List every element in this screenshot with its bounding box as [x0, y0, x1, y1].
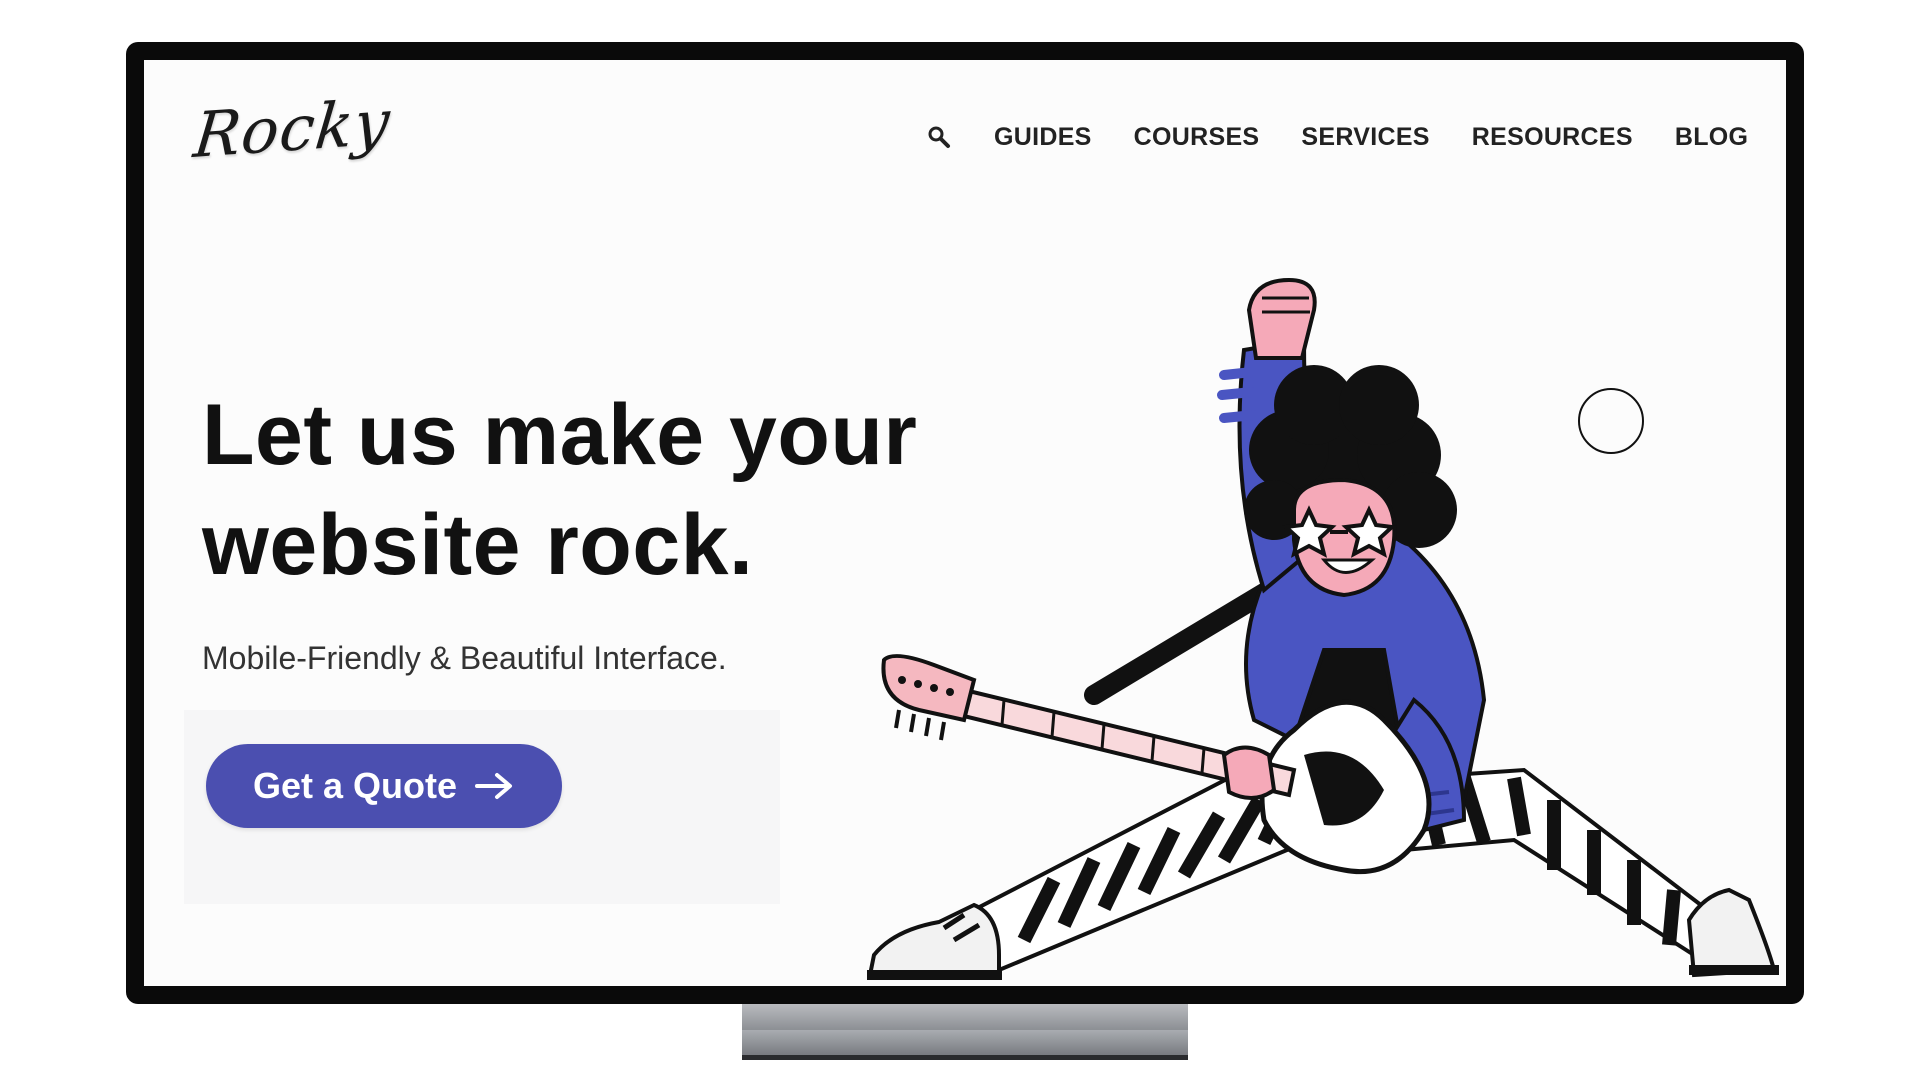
rocker-guitarist-illustration	[866, 277, 1779, 980]
cta-label: Get a Quote	[252, 765, 458, 806]
nav-link-blog[interactable]: BLOG	[1675, 123, 1748, 152]
right-shoe	[1686, 887, 1779, 978]
website-screen: Rocky GUIDES COURSES SERVICES RESOURCES …	[144, 60, 1786, 986]
hero-headline: Let us make your website rock.	[202, 380, 917, 600]
hero-headline-line-2: website rock.	[202, 497, 754, 593]
hero-subheadline: Mobile-Friendly & Beautiful Interface.	[202, 640, 727, 676]
search-icon[interactable]	[924, 122, 954, 152]
nav-link-resources[interactable]: RESOURCES	[1472, 123, 1633, 152]
monitor-stand-neck	[742, 1004, 1188, 1030]
raised-fist	[1246, 277, 1317, 360]
get-a-quote-button[interactable]: Get a Quote	[206, 744, 562, 828]
arrow-right-icon	[475, 772, 515, 800]
logo[interactable]: Rocky	[190, 85, 394, 172]
nav-link-guides[interactable]: GUIDES	[994, 123, 1092, 152]
nav-link-courses[interactable]: COURSES	[1134, 123, 1260, 152]
nav-link-services[interactable]: SERVICES	[1301, 123, 1429, 152]
main-nav: GUIDES COURSES SERVICES RESOURCES BLOG	[924, 122, 1748, 152]
monitor-frame: Rocky GUIDES COURSES SERVICES RESOURCES …	[126, 42, 1804, 1004]
monitor-stand-base	[742, 1030, 1188, 1060]
hero-headline-line-1: Let us make your	[202, 387, 918, 483]
left-shoe	[866, 902, 1002, 980]
